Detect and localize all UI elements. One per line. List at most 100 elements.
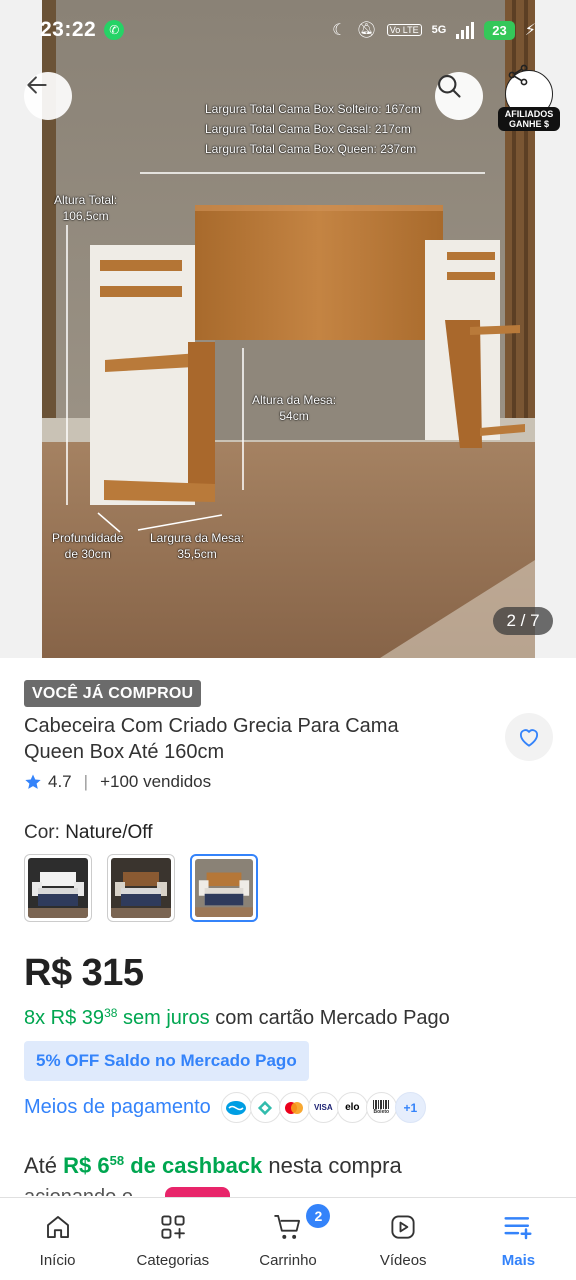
- battery-level: 23: [484, 20, 515, 40]
- color-value: Nature/Off: [65, 822, 153, 843]
- gallery-counter: 2 / 7: [493, 607, 553, 635]
- mastercard-icon: [278, 1092, 310, 1123]
- whatsapp-icon: ✆: [104, 20, 125, 40]
- cashback-amount-main: R$ 6: [63, 1153, 110, 1178]
- dimension-total-height: Altura Total: 106,5cm: [54, 192, 117, 224]
- boleto-label: Boleto: [373, 1109, 390, 1115]
- nav-home-label: Início: [39, 1252, 76, 1269]
- installments-prefix: 8x R$ 39: [24, 1007, 105, 1029]
- pix-icon: [249, 1092, 281, 1123]
- volte-icon: Vo LTE: [386, 24, 422, 36]
- installments-interest: sem juros: [117, 1007, 210, 1029]
- star-icon: [25, 774, 41, 789]
- bottom-navigation: Início Categorias 2 Carrinho Vídeos Mais: [0, 1197, 576, 1280]
- variant-thumbnail: [195, 859, 253, 917]
- elo-icon: elo: [336, 1092, 368, 1123]
- nav-videos-label: Vídeos: [379, 1252, 427, 1269]
- payment-icons: VISA elo Boleto +1: [220, 1092, 426, 1123]
- cashback-info: Até R$ 658 de cashback nesta compra: [24, 1153, 402, 1179]
- visa-icon: VISA: [307, 1092, 339, 1123]
- cart-icon: [274, 1215, 300, 1239]
- dim-depth-value: de 30cm: [64, 547, 111, 561]
- signal-icon: [456, 21, 475, 39]
- cashback-mid: de cashback: [124, 1153, 263, 1178]
- home-icon: [46, 1216, 69, 1238]
- status-bar: 23:22 ✆ ☾ 🔕︎ Vo LTE 5G 23 ⚡: [0, 0, 576, 60]
- nav-home[interactable]: Início: [0, 1198, 115, 1280]
- color-variant-1[interactable]: [24, 854, 92, 922]
- nav-videos[interactable]: Vídeos: [346, 1198, 461, 1280]
- color-variant-2[interactable]: [107, 854, 175, 922]
- nav-more-label: Mais: [501, 1252, 536, 1269]
- dimension-widths: Largura Total Cama Box Solteiro: 167cm L…: [205, 101, 421, 157]
- dim-table-height-value: 54cm: [279, 409, 309, 423]
- nav-cart-label: Carrinho: [259, 1252, 317, 1269]
- color-label-prefix: Cor:: [24, 822, 66, 843]
- installments-amount: 8x R$ 3938 sem juros: [24, 1006, 210, 1029]
- rating-separator: |: [83, 772, 89, 791]
- rating-value: 4.7: [48, 772, 72, 791]
- search-button[interactable]: [435, 72, 483, 120]
- nav-categories[interactable]: Categorias: [115, 1198, 230, 1280]
- already-bought-badge: VOCÊ JÁ COMPROU: [24, 680, 202, 707]
- mercado-pago-icon: [220, 1092, 252, 1123]
- charging-icon: ⚡: [524, 22, 536, 39]
- cashback-cents: 58: [109, 1153, 125, 1168]
- video-play-icon: [391, 1215, 415, 1239]
- color-variant-3-selected[interactable]: [190, 854, 258, 922]
- network-label: 5G: [431, 24, 447, 36]
- installments-info: 8x R$ 3938 sem juros com cartão Mercado …: [24, 1006, 450, 1030]
- dimension-depth: Profundidade de 30cm: [52, 530, 123, 562]
- affiliate-line1: AFILIADOS: [504, 109, 554, 119]
- back-button[interactable]: [24, 72, 72, 120]
- payment-methods-row[interactable]: Meios de pagamento VISA elo Boleto +1: [24, 1092, 426, 1123]
- heart-icon: [519, 729, 539, 747]
- credits-pill: [165, 1187, 230, 1197]
- mute-icon: 🔕︎: [356, 22, 377, 39]
- dim-total-height-label: Altura Total:: [54, 193, 118, 207]
- installments-suffix: com cartão Mercado Pago: [209, 1007, 450, 1029]
- dimension-table-height: Altura da Mesa: 54cm: [252, 392, 336, 424]
- share-icon: [508, 64, 528, 86]
- dim-total-height-value: 106,5cm: [62, 209, 109, 223]
- installments-cents: 38: [104, 1006, 118, 1020]
- more-payments-badge[interactable]: +1: [394, 1092, 426, 1123]
- sold-count: +100 vendidos: [100, 772, 212, 791]
- affiliate-badge[interactable]: AFILIADOS GANHE $: [498, 107, 560, 131]
- discount-badge: 5% OFF Saldo no Mercado Pago: [24, 1041, 309, 1081]
- variant-thumbnail: [28, 858, 88, 918]
- search-icon: [438, 75, 461, 98]
- dim-table-height-label: Altura da Mesa:: [252, 393, 337, 407]
- color-variants: [24, 854, 258, 922]
- variant-thumbnail: [111, 858, 171, 918]
- rating-row[interactable]: 4.7 | +100 vendidos: [24, 772, 211, 792]
- cashback-suffix: nesta compra: [262, 1153, 402, 1178]
- categories-icon: [161, 1215, 185, 1239]
- favorite-button[interactable]: [505, 713, 553, 761]
- boleto-icon: Boleto: [365, 1092, 397, 1123]
- dim-width-queen: Largura Total Cama Box Queen: 237cm: [205, 142, 417, 156]
- dim-depth-label: Profundidade: [52, 531, 124, 545]
- affiliate-line2: GANHE $: [508, 119, 549, 129]
- color-label: Cor: Nature/Off: [24, 822, 153, 844]
- dim-width-double: Largura Total Cama Box Casal: 217cm: [205, 122, 411, 136]
- dim-table-width-label: Largura da Mesa:: [150, 531, 245, 545]
- status-time: 23:22: [40, 18, 97, 41]
- moon-icon: ☾: [332, 22, 347, 39]
- product-price: R$ 315: [24, 952, 144, 994]
- arrow-left-icon: [27, 76, 47, 94]
- nav-categories-label: Categorias: [136, 1252, 210, 1269]
- product-gallery[interactable]: 23:22 ✆ ☾ 🔕︎ Vo LTE 5G 23 ⚡ AFILIADOS GA…: [0, 0, 576, 658]
- cashback-detail-cut: acionando o: [24, 1186, 133, 1196]
- dimension-table-width: Largura da Mesa: 35,5cm: [150, 530, 244, 562]
- nav-cart[interactable]: 2 Carrinho: [230, 1198, 345, 1280]
- payment-methods-link[interactable]: Meios de pagamento: [24, 1096, 211, 1119]
- nav-more[interactable]: Mais: [461, 1198, 576, 1280]
- product-title: Cabeceira Com Criado Grecia Para Cama Qu…: [24, 715, 399, 763]
- cart-count-badge: 2: [306, 1204, 331, 1228]
- dim-table-width-value: 35,5cm: [177, 547, 217, 561]
- menu-plus-icon: [504, 1217, 532, 1240]
- dim-width-single: Largura Total Cama Box Solteiro: 167cm: [205, 102, 421, 116]
- cashback-amount: R$ 658 de cashback: [63, 1153, 262, 1178]
- cashback-prefix: Até: [24, 1153, 64, 1178]
